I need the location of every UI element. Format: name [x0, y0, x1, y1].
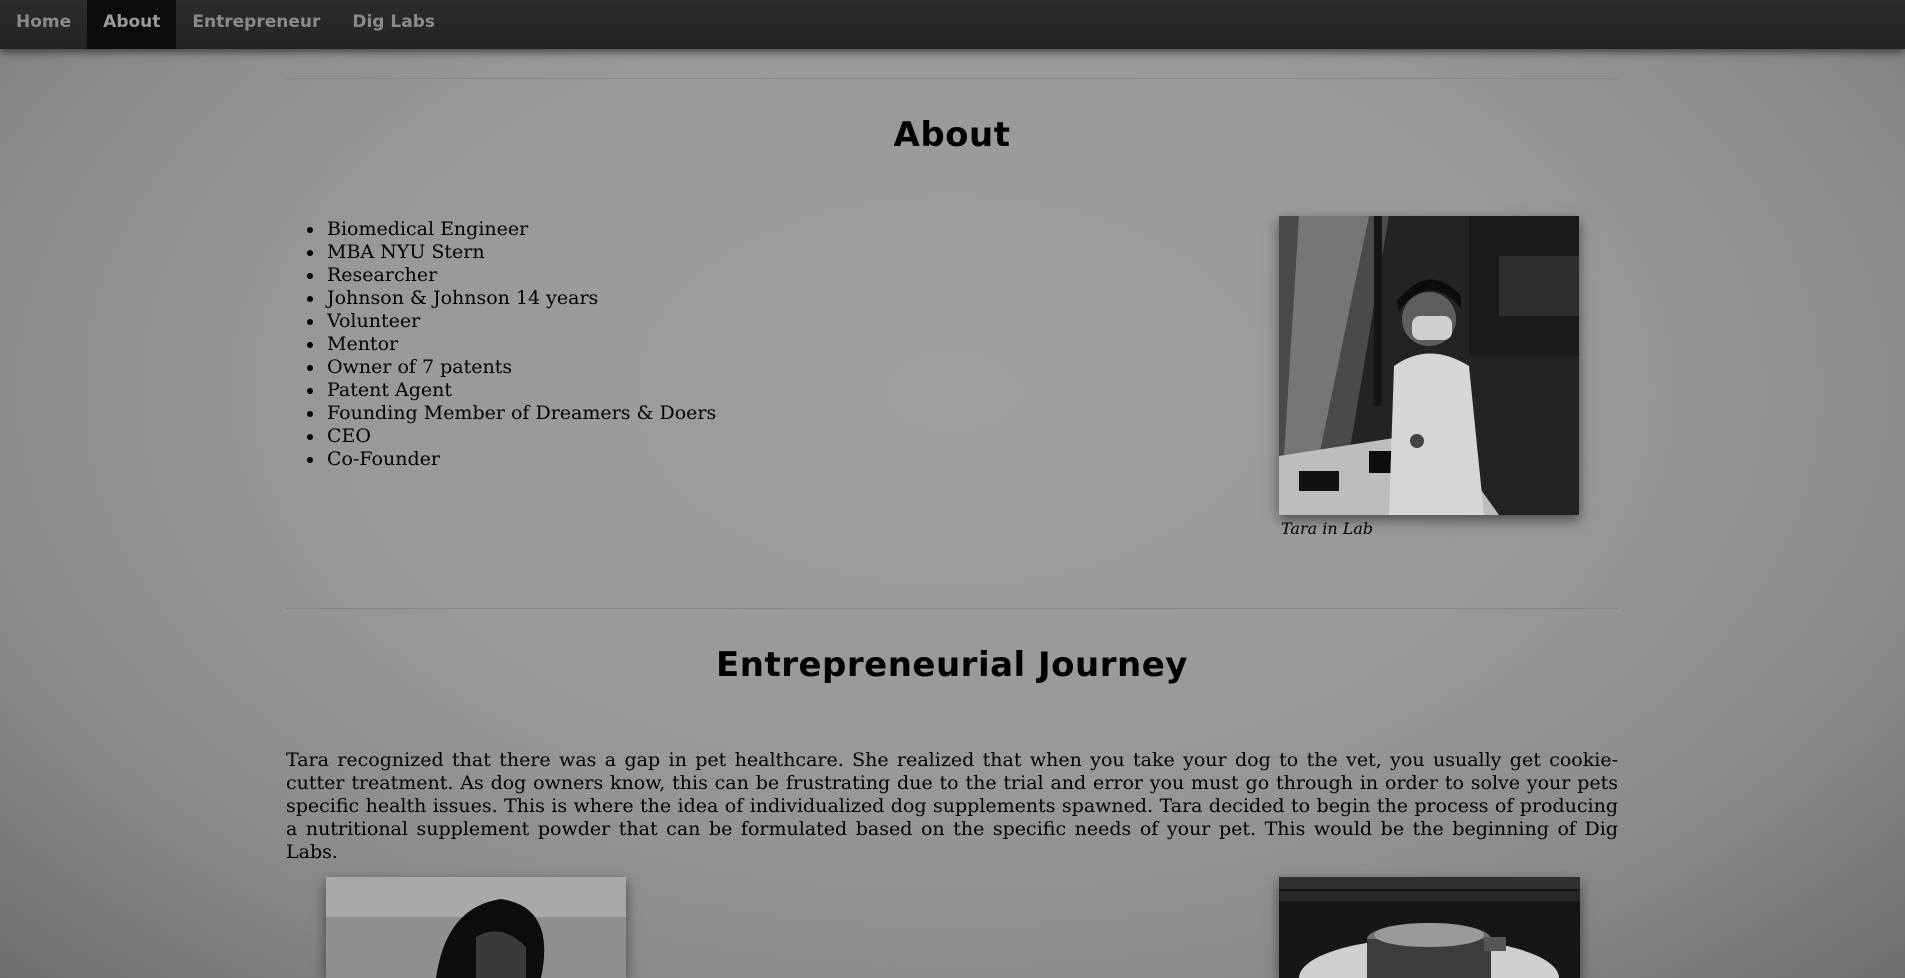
supplement-jar-photo	[1279, 877, 1580, 978]
nav-about[interactable]: About	[87, 0, 177, 49]
fact-item: Founding Member of Dreamers & Doers	[325, 402, 716, 425]
fact-item: Co-Founder	[325, 448, 716, 471]
fact-item: Patent Agent	[325, 379, 716, 402]
fact-item: Mentor	[325, 333, 716, 356]
fact-item: MBA NYU Stern	[325, 241, 716, 264]
portrait-image	[326, 877, 626, 978]
fact-item: Biomedical Engineer	[325, 218, 716, 241]
nav-home[interactable]: Home	[0, 0, 87, 49]
fact-item: CEO	[325, 425, 716, 448]
journey-paragraph: Tara recognized that there was a gap in …	[286, 749, 1618, 863]
fact-item: Johnson & Johnson 14 years	[325, 287, 716, 310]
section-divider	[286, 608, 1618, 609]
nav-entrepreneur[interactable]: Entrepreneur	[176, 0, 336, 49]
about-heading: About	[893, 115, 1011, 155]
about-facts-list: Biomedical Engineer MBA NYU Stern Resear…	[310, 218, 716, 471]
section-divider	[286, 78, 1618, 79]
lab-scene-image	[1279, 216, 1579, 515]
top-navigation-bar: Home About Entrepreneur Dig Labs	[0, 0, 1905, 49]
fact-item: Researcher	[325, 264, 716, 287]
jar-image	[1279, 877, 1580, 978]
journey-heading: Entrepreneurial Journey	[716, 645, 1188, 685]
nav-dig-labs[interactable]: Dig Labs	[336, 0, 451, 49]
tara-lab-photo	[1279, 216, 1579, 515]
fact-item: Volunteer	[325, 310, 716, 333]
fact-item: Owner of 7 patents	[325, 356, 716, 379]
tara-portrait-photo	[326, 877, 626, 978]
photo-caption: Tara in Lab	[1281, 519, 1374, 538]
